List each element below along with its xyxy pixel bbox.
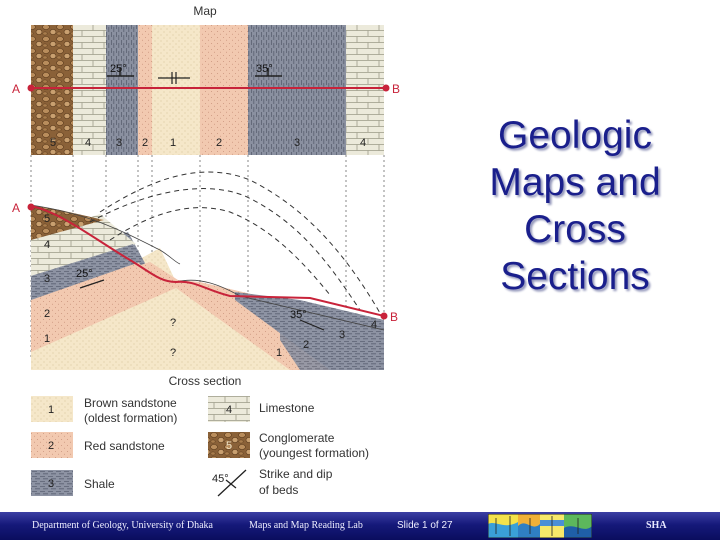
- map-panel: [31, 25, 384, 155]
- footer-department: Department of Geology, University of Dha…: [32, 520, 213, 531]
- footer-initials: SHA: [646, 520, 667, 531]
- section-unit-label: 4: [371, 319, 377, 331]
- section-dip-right: 35°: [290, 309, 307, 321]
- legend-label: Limestone: [259, 401, 315, 415]
- legend-label: Red sandstone: [84, 439, 165, 453]
- legend-label: (oldest formation): [84, 411, 177, 425]
- map-label: Map: [193, 4, 217, 18]
- title-line: Sections: [500, 255, 650, 298]
- map-unit-label: 5: [50, 137, 56, 149]
- title-line: Geologic: [498, 114, 652, 157]
- map-unit-label: 1: [170, 137, 176, 149]
- map-thumbnail-icon: [488, 514, 592, 538]
- section-unit-label: 4: [44, 239, 50, 251]
- title-line: Cross: [524, 208, 626, 251]
- section-unit-label: 5: [44, 213, 50, 225]
- footer-lab: Maps and Map Reading Lab: [249, 520, 363, 531]
- footer-slide-number: Slide 1 of 27: [397, 520, 453, 531]
- unknown-mark: ?: [170, 317, 176, 329]
- footer-bar: Department of Geology, University of Dha…: [0, 512, 720, 540]
- map-unit-label: 4: [360, 137, 366, 149]
- cross-section-label: Cross section: [169, 374, 242, 388]
- cross-section-panel: [30, 204, 385, 370]
- section-point-b-marker: [380, 312, 388, 320]
- section-unit-label: 1: [276, 347, 282, 359]
- legend-num: 2: [48, 440, 54, 452]
- section-unit-label: 2: [44, 308, 50, 320]
- map-unit-label: 3: [294, 137, 300, 149]
- legend-num: 5: [226, 440, 232, 452]
- map-unit-label: 3: [116, 137, 122, 149]
- point-b-label: B: [392, 82, 400, 96]
- legend-num: 45°: [212, 473, 229, 485]
- section-dip-left: 25°: [76, 268, 93, 280]
- section-unit-label: 2: [303, 339, 309, 351]
- legend: 1 Brown sandstone (oldest formation) 2 R…: [31, 396, 369, 497]
- legend-label: of beds: [259, 483, 298, 497]
- map-dip-left: 25°: [110, 63, 127, 75]
- map-dip-right: 35°: [256, 63, 273, 75]
- section-unit-label: 1: [44, 333, 50, 345]
- point-a-marker: [27, 84, 35, 92]
- legend-label: (youngest formation): [259, 446, 369, 460]
- title-line: Maps and: [489, 161, 661, 204]
- section-point-b-label: B: [390, 310, 398, 324]
- legend-label: Shale: [84, 477, 115, 491]
- legend-num: 1: [48, 404, 54, 416]
- map-unit-label: 4: [85, 137, 91, 149]
- legend-label: Conglomerate: [259, 431, 335, 445]
- section-point-a-label: A: [12, 201, 20, 215]
- legend-label: Strike and dip: [259, 467, 333, 481]
- legend-num: 4: [226, 404, 232, 416]
- map-unit-label: 2: [142, 137, 148, 149]
- section-point-a-marker: [27, 203, 35, 211]
- unknown-mark: ?: [170, 347, 176, 359]
- section-unit-label: 3: [339, 329, 345, 341]
- legend-num: 3: [48, 478, 54, 490]
- section-unit-label: 3: [44, 273, 50, 285]
- point-b-marker: [382, 84, 390, 92]
- map-unit-label: 2: [216, 137, 222, 149]
- slide-title: Geologic Maps and Cross Sections: [462, 112, 688, 300]
- point-a-label: A: [12, 82, 20, 96]
- legend-label: Brown sandstone: [84, 396, 177, 410]
